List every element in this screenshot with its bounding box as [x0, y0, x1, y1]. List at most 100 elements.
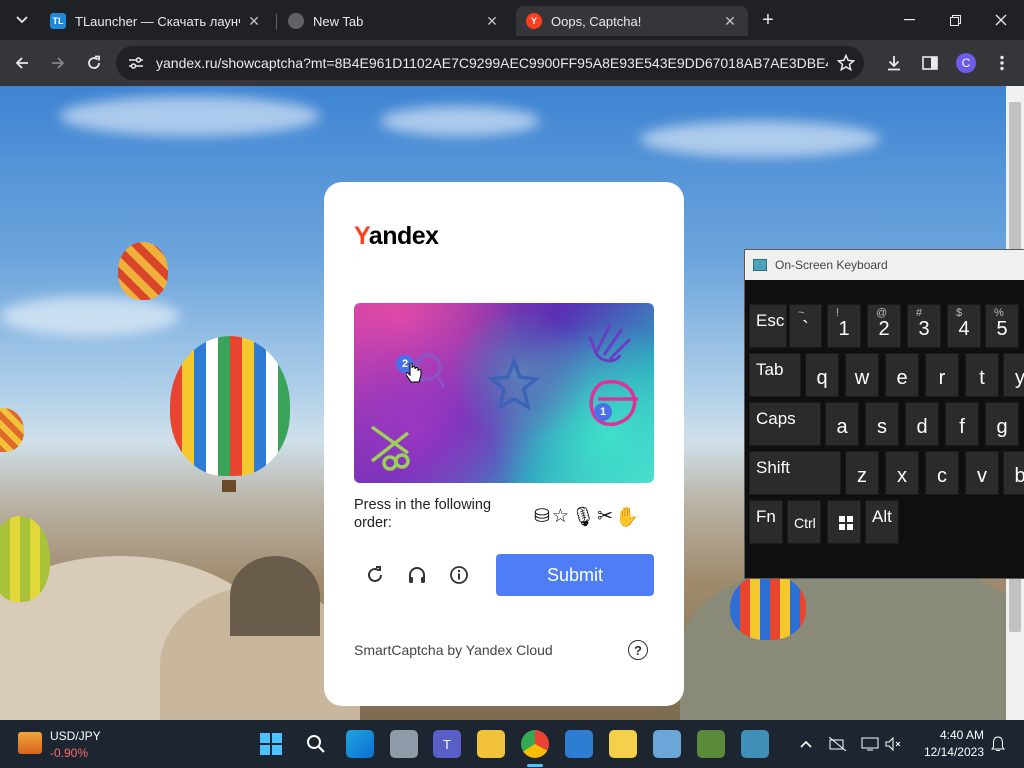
- key-esc[interactable]: Esc: [749, 304, 787, 348]
- info-button[interactable]: [442, 558, 476, 592]
- downloads-button[interactable]: [878, 47, 910, 79]
- osk-title-bar[interactable]: On-Screen Keyboard: [745, 250, 1024, 280]
- start-button[interactable]: [257, 730, 285, 758]
- question-mark-icon: ?: [634, 642, 642, 658]
- key-tab[interactable]: Tab: [749, 353, 801, 397]
- widget-title[interactable]: USD/JPY: [50, 729, 101, 743]
- key-q[interactable]: q: [805, 353, 839, 397]
- background-cloud: [60, 96, 320, 136]
- new-tab-button[interactable]: +: [752, 4, 784, 36]
- notification-bell-icon[interactable]: [988, 734, 1008, 754]
- sticky-notes-icon[interactable]: [609, 730, 637, 758]
- teams-icon[interactable]: T: [433, 730, 461, 758]
- key-e[interactable]: e: [885, 353, 919, 397]
- jar-icon: ⛁: [534, 506, 550, 527]
- key-alt[interactable]: Alt: [865, 500, 899, 544]
- key-shift[interactable]: Shift: [749, 451, 841, 495]
- tab-captcha[interactable]: Y Oops, Captcha! ✕: [516, 6, 748, 36]
- background-valley: [680, 556, 1024, 720]
- key-z[interactable]: z: [845, 451, 879, 495]
- network-offline-icon[interactable]: [828, 734, 848, 754]
- key-b[interactable]: b: [1003, 451, 1024, 495]
- key-label: Ctrl: [794, 515, 816, 531]
- key-f[interactable]: f: [945, 402, 979, 446]
- chevron-up-icon[interactable]: [796, 734, 816, 754]
- key-d[interactable]: d: [905, 402, 939, 446]
- key-s[interactable]: s: [865, 402, 899, 446]
- key-caps[interactable]: Caps: [749, 402, 821, 446]
- back-button[interactable]: [6, 47, 38, 79]
- close-icon[interactable]: ✕: [246, 13, 262, 29]
- help-button[interactable]: ?: [628, 640, 648, 660]
- file-explorer-icon[interactable]: [477, 730, 505, 758]
- minimize-button[interactable]: [886, 0, 932, 40]
- key-1[interactable]: ! 1: [827, 304, 861, 348]
- close-icon[interactable]: ✕: [484, 13, 500, 29]
- key-r[interactable]: r: [925, 353, 959, 397]
- restore-button[interactable]: [932, 0, 978, 40]
- info-icon: [450, 566, 468, 584]
- volume-muted-icon[interactable]: [884, 734, 904, 754]
- windows-key[interactable]: [827, 500, 861, 544]
- site-settings-icon[interactable]: [128, 56, 144, 70]
- key-c[interactable]: c: [925, 451, 959, 495]
- key-2[interactable]: @2: [867, 304, 901, 348]
- key-label: 5: [996, 318, 1008, 340]
- key-w[interactable]: w: [845, 353, 879, 397]
- side-panel-button[interactable]: [914, 47, 946, 79]
- key-label: 3: [918, 318, 930, 340]
- key-5[interactable]: % 5: [985, 304, 1019, 348]
- address-bar[interactable]: yandex.ru/showcaptcha?mt=8B4E961D1102AE7…: [116, 46, 864, 80]
- hand-pointer-cursor-icon: [406, 363, 422, 383]
- tab-new-tab[interactable]: New Tab ✕: [278, 6, 510, 36]
- key-ctrl[interactable]: Ctrl: [787, 500, 821, 544]
- close-icon: [995, 14, 1007, 26]
- key-t[interactable]: t: [965, 353, 999, 397]
- photos-icon[interactable]: [653, 730, 681, 758]
- task-view-icon[interactable]: [390, 730, 418, 758]
- key-x[interactable]: x: [885, 451, 919, 495]
- key-fn[interactable]: Fn: [749, 500, 783, 544]
- balloon-basket: [222, 480, 236, 492]
- tab-tlauncher[interactable]: TL TLauncher — Скачать лаунчер ✕: [40, 6, 272, 36]
- search-button[interactable]: [302, 730, 330, 758]
- profile-button[interactable]: C: [950, 47, 982, 79]
- key-y[interactable]: y: [1003, 353, 1024, 397]
- key-`[interactable]: ~ `: [789, 304, 822, 348]
- clock-time[interactable]: 4:40 AM: [912, 728, 984, 742]
- key-g[interactable]: g: [985, 402, 1019, 446]
- close-window-button[interactable]: [978, 0, 1024, 40]
- key-label: a: [836, 416, 848, 438]
- on-screen-keyboard-app-icon[interactable]: [741, 730, 769, 758]
- key-4[interactable]: $4: [947, 304, 981, 348]
- captcha-instruction: Press in the following order:: [354, 497, 492, 531]
- key-a[interactable]: a: [825, 402, 859, 446]
- captcha-image[interactable]: 2 1: [354, 303, 654, 483]
- menu-button[interactable]: [986, 47, 1018, 79]
- chevron-down-icon: [16, 16, 28, 24]
- keyboard-icon: [753, 259, 767, 271]
- url-text[interactable]: yandex.ru/showcaptcha?mt=8B4E961D1102AE7…: [156, 55, 828, 71]
- clock-date[interactable]: 12/14/2023: [912, 745, 984, 759]
- close-icon[interactable]: ✕: [722, 13, 738, 29]
- minecraft-icon[interactable]: [697, 730, 725, 758]
- forward-button[interactable]: [42, 47, 74, 79]
- edge-beta-icon[interactable]: [346, 730, 374, 758]
- plus-icon: +: [762, 8, 774, 31]
- bookmark-star-icon[interactable]: [828, 54, 864, 72]
- reload-button[interactable]: [78, 47, 110, 79]
- key-v[interactable]: v: [965, 451, 999, 495]
- key-3[interactable]: #3: [907, 304, 941, 348]
- key-label: s: [877, 416, 887, 438]
- refresh-captcha-button[interactable]: [358, 558, 392, 592]
- audio-captcha-button[interactable]: [400, 558, 434, 592]
- restore-icon: [949, 14, 961, 26]
- display-icon[interactable]: [860, 734, 880, 754]
- chrome-taskbar-icon[interactable]: [521, 730, 549, 758]
- submit-button[interactable]: Submit: [496, 554, 654, 596]
- tab-search-button[interactable]: [6, 4, 38, 36]
- virtualbox-icon[interactable]: [565, 730, 593, 758]
- hot-air-balloon: [730, 574, 806, 640]
- arrow-right-icon: [52, 57, 65, 69]
- key-label: Alt: [872, 507, 892, 526]
